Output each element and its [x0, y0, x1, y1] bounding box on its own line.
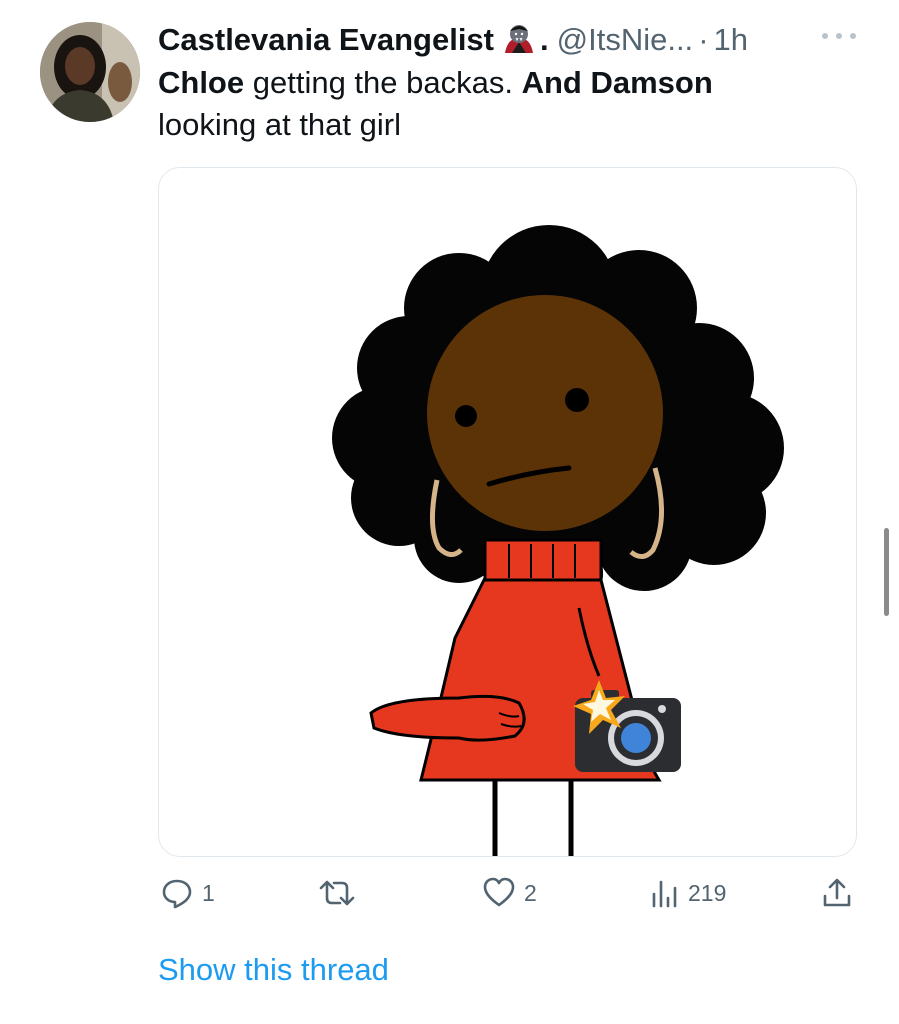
- retweet-icon: [319, 880, 355, 906]
- text-bold-damson: And Damson: [521, 65, 713, 100]
- author-name[interactable]: Castlevania Evangelist: [158, 22, 494, 58]
- retweet-button[interactable]: [318, 868, 364, 918]
- text-segment-2: looking at that girl: [158, 107, 401, 142]
- text-bold-chloe: Chloe: [158, 65, 245, 100]
- more-options-icon[interactable]: [822, 24, 856, 48]
- like-button[interactable]: 2: [482, 868, 537, 918]
- author-avatar[interactable]: [40, 22, 140, 122]
- vampire-emoji-icon: [502, 23, 536, 57]
- show-thread-link[interactable]: Show this thread: [158, 952, 389, 988]
- text-segment-1: getting the backas.: [244, 65, 522, 100]
- header-separator: ·: [698, 22, 709, 57]
- tweet-media-image[interactable]: [158, 167, 857, 857]
- like-count: 2: [524, 879, 537, 906]
- tweet-actions: 1 2 219: [0, 868, 899, 918]
- scrollbar[interactable]: [884, 528, 889, 616]
- reply-button[interactable]: 1: [160, 868, 215, 918]
- name-dot: .: [540, 22, 549, 57]
- views-chart-icon: [652, 880, 677, 908]
- tweet-timestamp[interactable]: 1h: [714, 22, 748, 58]
- tweet-text: Chloe getting the backas. And Damson loo…: [158, 62, 798, 146]
- reply-count: 1: [202, 879, 215, 906]
- reply-icon: [162, 879, 192, 909]
- author-handle[interactable]: @ItsNie...: [557, 22, 694, 58]
- tweet-header: Castlevania Evangelist . @ItsNie... · 1h: [158, 20, 748, 60]
- share-button[interactable]: [820, 868, 862, 918]
- views-count: 219: [688, 879, 727, 906]
- heart-icon: [483, 877, 515, 907]
- views-button[interactable]: 219: [650, 868, 726, 918]
- share-icon: [823, 878, 851, 907]
